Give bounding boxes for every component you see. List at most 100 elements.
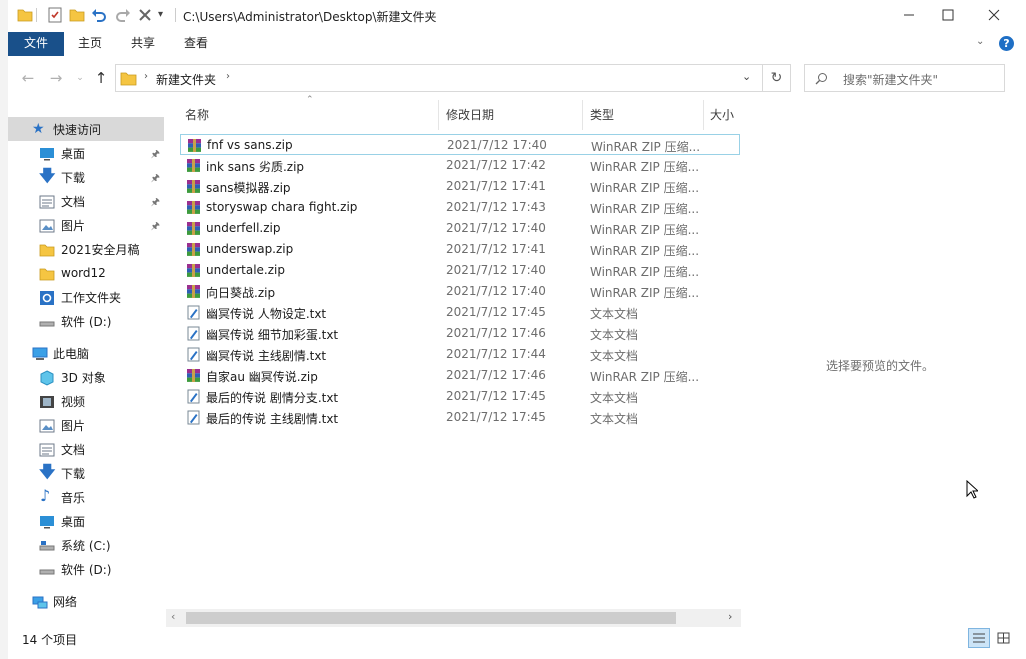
pictures-icon: [39, 419, 55, 433]
nav-item-downloads[interactable]: 🡇 下载: [8, 461, 164, 485]
table-row[interactable]: underfell.zip 2021/7/12 17:40 WinRAR ZIP 压…: [180, 218, 740, 239]
table-row[interactable]: 向日葵战.zip 2021/7/12 17:40 WinRAR ZIP 压缩...: [180, 281, 740, 302]
recent-locations-icon[interactable]: ⌄: [70, 68, 90, 88]
table-row[interactable]: undertale.zip 2021/7/12 17:40 WinRAR ZIP 压…: [180, 260, 740, 281]
text-document-icon: [187, 347, 200, 362]
nav-item-documents[interactable]: 文档 🖈: [8, 189, 164, 213]
text-document-icon: [187, 410, 200, 425]
table-row[interactable]: ink sans 劣质.zip 2021/7/12 17:42 WinRAR ZIP…: [180, 155, 740, 176]
nav-item-downloads[interactable]: 🡇 下载 🖈: [8, 165, 164, 189]
nav-item-3d-objects[interactable]: 3D 对象: [8, 365, 164, 389]
table-row[interactable]: fnf vs sans.zip 2021/7/12 17:40 WinRAR ZIP…: [180, 134, 740, 155]
file-date: 2021/7/12 17:41: [446, 179, 546, 193]
folder-icon: [120, 72, 137, 86]
nav-quick-access[interactable]: ★ 快速访问: [8, 117, 164, 141]
documents-icon: [39, 195, 55, 209]
download-icon: 🡇: [39, 166, 56, 185]
nav-item-folder[interactable]: word12: [8, 261, 164, 285]
file-name: 幽冥传说 细节加彩蛋.txt: [206, 328, 339, 342]
pin-icon[interactable]: 🖈: [151, 147, 160, 164]
expand-ribbon-icon[interactable]: ⌄: [976, 36, 984, 47]
breadcrumb-chevron-icon[interactable]: ›: [226, 71, 230, 82]
desktop-icon: [40, 148, 54, 161]
column-header-name[interactable]: 名称: [185, 100, 435, 130]
new-folder-icon[interactable]: [68, 6, 86, 24]
table-row[interactable]: underswap.zip 2021/7/12 17:41 WinRAR ZIP 压…: [180, 239, 740, 260]
horizontal-scrollbar[interactable]: ‹ ›: [166, 609, 741, 627]
pin-icon[interactable]: 🖈: [151, 195, 160, 212]
column-header-type[interactable]: 类型: [590, 100, 700, 130]
file-name: storyswap chara fight.zip: [206, 200, 358, 214]
up-button[interactable]: ↑: [91, 68, 111, 88]
table-row[interactable]: 最后的传说 剧情分支.txt 2021/7/12 17:45 文本文档: [180, 386, 740, 407]
file-type: WinRAR ZIP 压缩...: [590, 202, 700, 216]
table-row[interactable]: 幽冥传说 人物设定.txt 2021/7/12 17:45 文本文档: [180, 302, 740, 323]
tab-home[interactable]: 主页: [70, 32, 110, 56]
nav-item-folder[interactable]: 2021安全月稿: [8, 237, 164, 261]
pin-icon[interactable]: 🖈: [151, 171, 160, 188]
large-icons-view-button[interactable]: [993, 628, 1015, 648]
file-list: ⌃ 名称 修改日期 类型 大小 fnf vs sans.zip 2021/7/12…: [166, 95, 741, 628]
refresh-button[interactable]: ↻: [763, 64, 791, 92]
scrollbar-thumb[interactable]: [186, 612, 676, 624]
table-row[interactable]: 自家au 幽冥传说.zip 2021/7/12 17:46 WinRAR ZIP 压…: [180, 365, 740, 386]
nav-item-drive-c[interactable]: 系统 (C:): [8, 533, 164, 557]
nav-network[interactable]: 网络: [8, 589, 164, 613]
nav-this-pc[interactable]: 此电脑: [8, 341, 164, 365]
nav-item-drive-d[interactable]: 软件 (D:): [8, 309, 164, 333]
tab-file[interactable]: 文件: [8, 32, 64, 56]
redo-icon[interactable]: [114, 6, 132, 24]
maximize-button[interactable]: [925, 0, 971, 30]
scroll-left-icon[interactable]: ‹: [171, 610, 175, 623]
ribbon-tabs: 文件 主页 共享 查看 ⌄ ?: [8, 32, 1026, 56]
address-bar[interactable]: › 新建文件夹 › ⌄: [115, 64, 763, 92]
music-icon: ♪: [40, 486, 51, 505]
column-header-size[interactable]: 大小: [710, 100, 740, 130]
nav-item-desktop[interactable]: 桌面: [8, 509, 164, 533]
nav-item-videos[interactable]: 视频: [8, 389, 164, 413]
column-divider[interactable]: [438, 100, 439, 130]
refresh-icon: ↻: [770, 70, 783, 86]
search-placeholder: 搜索"新建文件夹": [843, 73, 939, 87]
back-button[interactable]: ←: [18, 68, 38, 88]
search-box[interactable]: 搜索"新建文件夹": [804, 64, 1005, 92]
winrar-archive-icon: [187, 285, 200, 298]
nav-item-drive-d[interactable]: 软件 (D:): [8, 557, 164, 581]
nav-item-work-folders[interactable]: 工作文件夹: [8, 285, 164, 309]
table-row[interactable]: storyswap chara fight.zip 2021/7/12 17:43…: [180, 197, 740, 218]
tab-share[interactable]: 共享: [123, 32, 163, 56]
breadcrumb-current[interactable]: 新建文件夹: [156, 71, 216, 88]
column-divider[interactable]: [703, 100, 704, 130]
table-row[interactable]: 幽冥传说 主线剧情.txt 2021/7/12 17:44 文本文档: [180, 344, 740, 365]
documents-icon: [39, 443, 55, 457]
column-header-date[interactable]: 修改日期: [446, 100, 576, 130]
properties-icon[interactable]: [46, 6, 64, 24]
file-type: WinRAR ZIP 压缩...: [590, 223, 700, 237]
table-row[interactable]: sans模拟器.zip 2021/7/12 17:41 WinRAR ZIP 压缩.…: [180, 176, 740, 197]
close-button[interactable]: [971, 0, 1017, 30]
delete-icon[interactable]: [136, 6, 154, 24]
nav-item-documents[interactable]: 文档: [8, 437, 164, 461]
address-dropdown-icon[interactable]: ⌄: [742, 70, 751, 83]
computer-icon: [32, 347, 48, 360]
videos-icon: [40, 396, 54, 408]
breadcrumb-chevron-icon[interactable]: ›: [144, 71, 148, 82]
help-icon[interactable]: ?: [999, 36, 1014, 51]
details-view-button[interactable]: [968, 628, 990, 648]
table-row[interactable]: 幽冥传说 细节加彩蛋.txt 2021/7/12 17:46 文本文档: [180, 323, 740, 344]
nav-item-desktop[interactable]: 桌面 🖈: [8, 141, 164, 165]
tab-view[interactable]: 查看: [176, 32, 216, 56]
file-name: 最后的传说 主线剧情.txt: [206, 412, 339, 426]
table-row[interactable]: 最后的传说 主线剧情.txt 2021/7/12 17:45 文本文档: [180, 407, 740, 428]
window-title: C:\Users\Administrator\Desktop\新建文件夹: [183, 10, 437, 24]
scroll-right-icon[interactable]: ›: [728, 610, 732, 623]
column-divider[interactable]: [582, 100, 583, 130]
pin-icon[interactable]: 🖈: [151, 219, 160, 236]
nav-item-pictures[interactable]: 图片 🖈: [8, 213, 164, 237]
nav-item-music[interactable]: ♪ 音乐: [8, 485, 164, 509]
undo-icon[interactable]: [90, 6, 108, 24]
nav-item-pictures[interactable]: 图片: [8, 413, 164, 437]
customize-toolbar-icon[interactable]: ▾: [158, 9, 176, 27]
file-name: 自家au 幽冥传说.zip: [206, 370, 318, 384]
forward-button[interactable]: →: [46, 68, 66, 88]
